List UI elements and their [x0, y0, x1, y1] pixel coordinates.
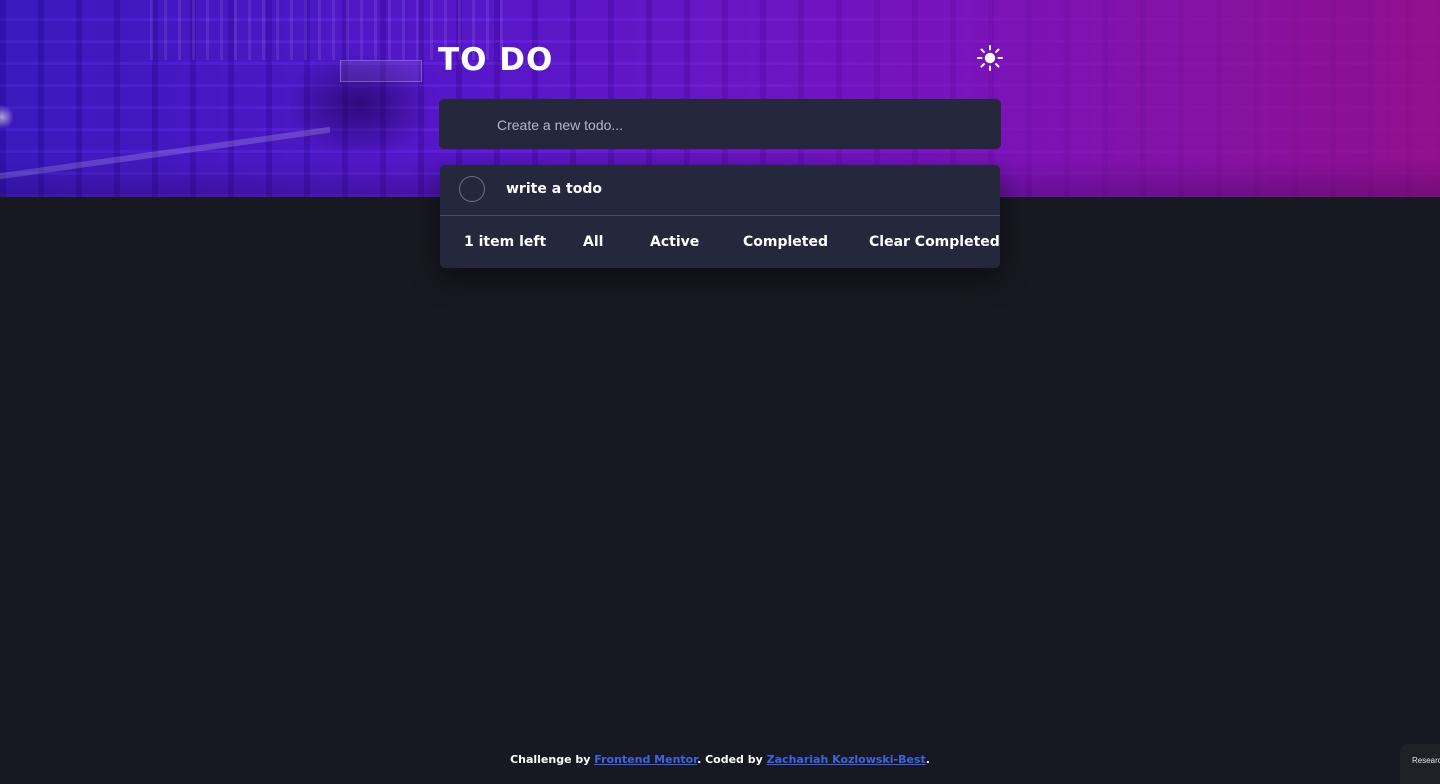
items-left-count: 1 item left — [464, 234, 547, 250]
theme-toggle-button[interactable] — [976, 44, 1004, 72]
attribution-suffix: . — [925, 753, 930, 766]
hero-sign — [340, 60, 422, 82]
attribution-middle: . Coded by — [697, 753, 763, 766]
attribution-prefix: Challenge by — [510, 753, 591, 766]
new-todo-input[interactable] — [495, 99, 979, 151]
todo-list: write a todo 1 item left All Active Comp… — [440, 165, 1000, 268]
corner-widget[interactable]: Researc — [1400, 744, 1440, 784]
clear-completed-button[interactable]: Clear Completed — [869, 232, 1000, 252]
todo-checkbox[interactable] — [459, 176, 485, 202]
author-link[interactable]: Zachariah Kozlowski-Best — [767, 753, 926, 766]
frontend-mentor-link[interactable]: Frontend Mentor — [594, 753, 697, 766]
todo-item-text: write a todo — [506, 181, 602, 197]
corner-widget-label: Researc — [1412, 756, 1440, 765]
page-title: TO DO — [438, 42, 554, 78]
filter-active-button[interactable]: Active — [650, 232, 699, 252]
new-todo-bar — [439, 99, 1001, 151]
sun-icon — [977, 45, 1003, 71]
filter-completed-button[interactable]: Completed — [743, 232, 828, 252]
attribution: Challenge by Frontend Mentor. Coded by Z… — [0, 752, 1440, 768]
todo-footer: 1 item left All Active Completed Clear C… — [440, 217, 1000, 268]
filter-all-button[interactable]: All — [583, 232, 603, 252]
todo-item: write a todo — [440, 165, 1000, 216]
